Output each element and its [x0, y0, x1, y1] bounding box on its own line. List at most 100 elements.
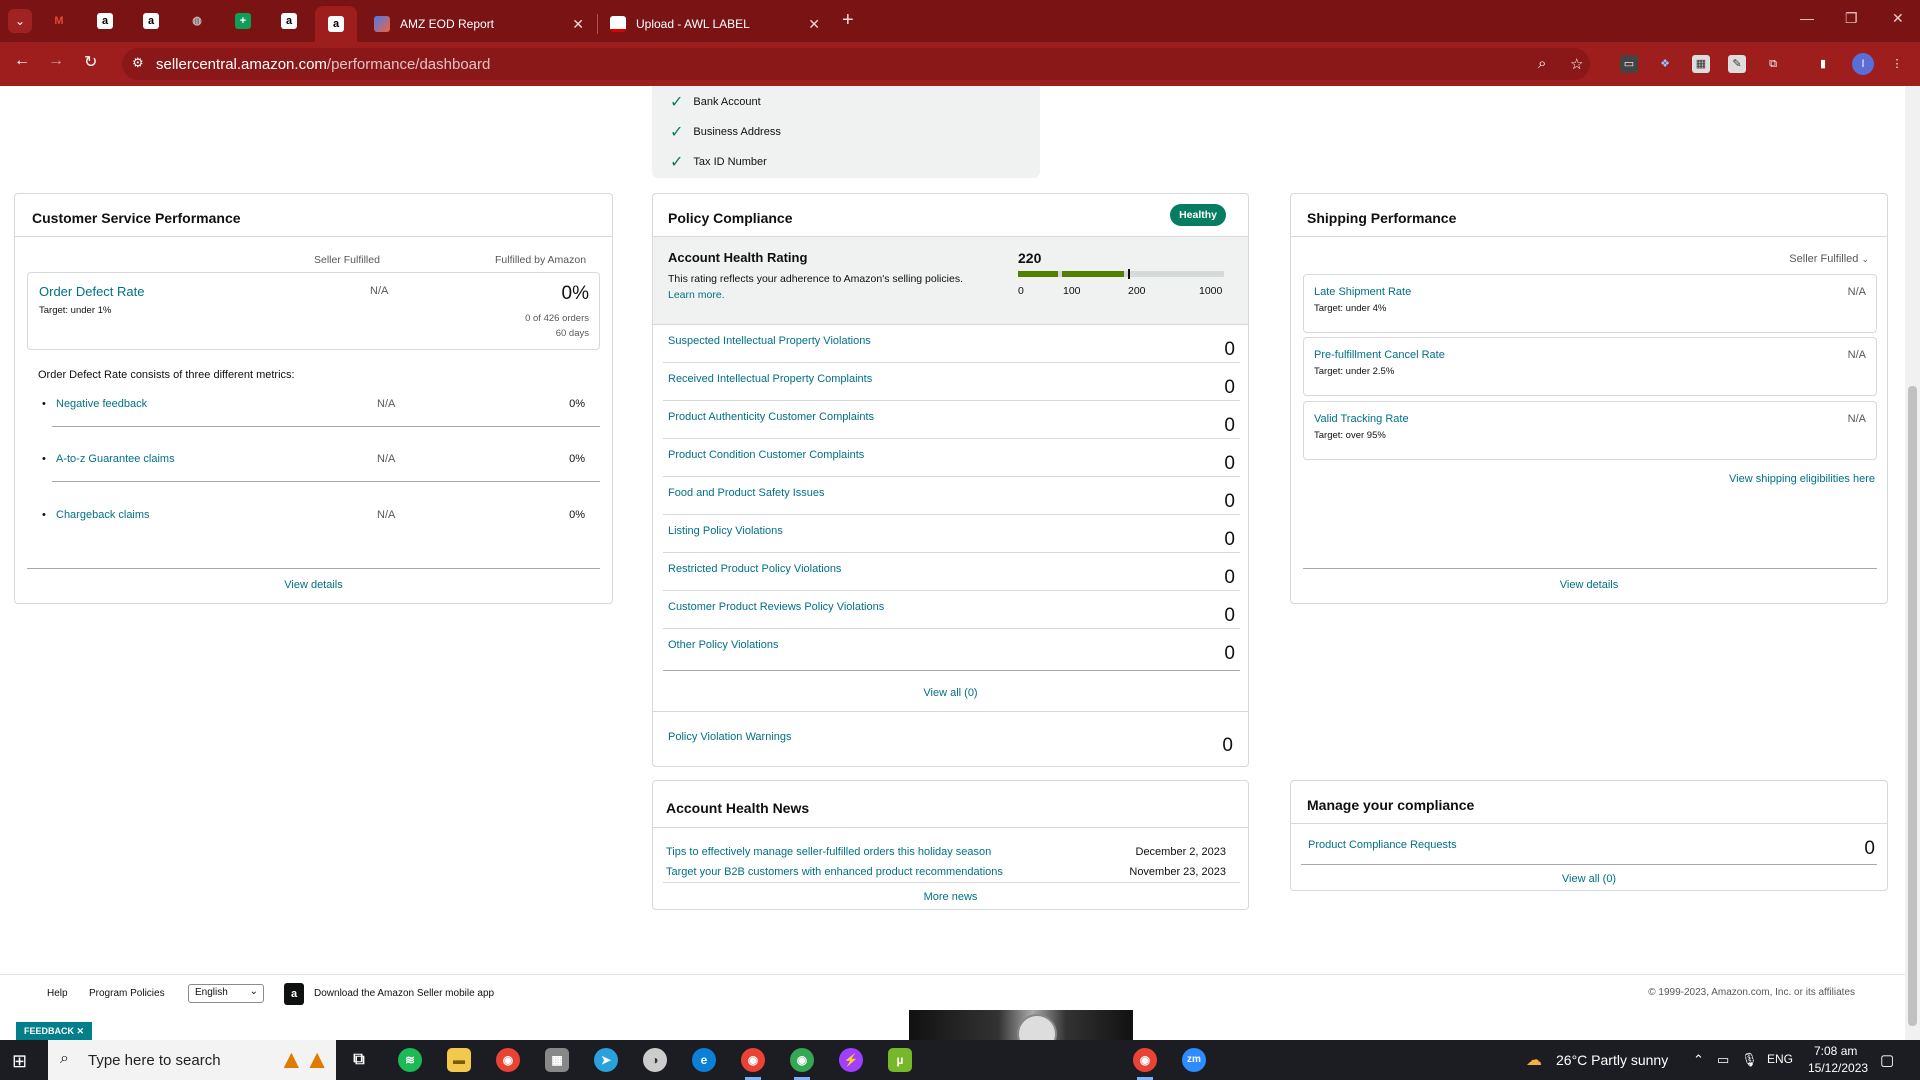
fulfillment-dropdown[interactable]: Seller Fulfilled ⌄	[1789, 253, 1869, 265]
pinned-tab-gmail[interactable]: M	[44, 9, 74, 33]
telegram-icon[interactable]: ➤	[594, 1048, 618, 1072]
clock-date[interactable]: 15/12/2023	[1808, 1061, 1868, 1075]
footer-help-link[interactable]: Help	[47, 988, 68, 999]
minimize-icon[interactable]: —	[1800, 10, 1814, 26]
pinned-tab-amazon-active[interactable]: a	[315, 6, 357, 42]
pinned-tab-sheets[interactable]: +	[228, 9, 258, 33]
extensions-puzzle-icon[interactable]: ⧉	[1764, 55, 1782, 73]
verification-item: ✓ Bank Account	[670, 90, 761, 111]
spotify-icon[interactable]: ≋	[398, 1048, 422, 1072]
bookmark-star-icon[interactable]: ☆	[1570, 55, 1583, 73]
extension-image-icon[interactable]: ▦	[1692, 55, 1710, 73]
ahr-description-text: This rating reflects your adherence to A…	[668, 273, 963, 285]
window-close-icon[interactable]: ✕	[1892, 10, 1904, 27]
violation-link[interactable]: Restricted Product Policy Violations	[668, 563, 841, 575]
pinned-tab-amazon-2[interactable]: a	[136, 9, 166, 33]
violation-link[interactable]: Other Policy Violations	[668, 639, 778, 651]
utorrent-icon[interactable]: µ	[888, 1048, 912, 1072]
order-defect-rate-link[interactable]: Order Defect Rate	[39, 284, 145, 299]
bullet: •	[42, 453, 46, 465]
feedback-button[interactable]: FEEDBACK ✕	[16, 1022, 93, 1040]
clock-time[interactable]: 7:08 am	[1814, 1044, 1857, 1058]
close-icon[interactable]: ✕	[808, 16, 820, 33]
violation-count: 0	[1224, 529, 1235, 550]
profile-avatar[interactable]: I	[1852, 53, 1874, 75]
news-link[interactable]: Tips to effectively manage seller-fulfil…	[666, 846, 991, 858]
view-details-link[interactable]: View details	[1291, 579, 1887, 591]
policy-violation-warnings-link[interactable]: Policy Violation Warnings	[668, 731, 792, 743]
violation-link[interactable]: Customer Product Reviews Policy Violatio…	[668, 601, 884, 613]
tab-search-chevron-icon[interactable]: ⌄	[8, 9, 32, 33]
chrome-profile-icon[interactable]: ◉	[1133, 1048, 1157, 1072]
notification-icon[interactable]: ▢	[1880, 1051, 1894, 1069]
address-bar[interactable]: ⚙ sellercentral.amazon.com/performance/d…	[122, 48, 1590, 80]
new-tab-plus-icon[interactable]: +	[842, 9, 854, 32]
product-compliance-requests-link[interactable]: Product Compliance Requests	[1308, 839, 1457, 851]
chrome-icon[interactable]: ◉	[496, 1048, 520, 1072]
back-arrow-icon[interactable]: ←	[14, 52, 30, 70]
customer-service-card: Customer Service Performance Seller Fulf…	[14, 193, 613, 604]
close-icon[interactable]: ✕	[572, 16, 584, 33]
extension-dropbox-icon[interactable]: ❖	[1656, 55, 1674, 73]
chrome-profile-icon[interactable]: ◉	[741, 1048, 765, 1072]
zoom-search-icon[interactable]: ⌕	[1538, 55, 1546, 72]
language-select[interactable]: English ⌄	[188, 984, 264, 1003]
browser-menu-icon[interactable]: ⋮	[1888, 55, 1906, 73]
extension-off-icon[interactable]: ▭	[1620, 55, 1638, 73]
file-explorer-icon[interactable]: ▬	[447, 1048, 471, 1072]
violation-link[interactable]: Suspected Intellectual Property Violatio…	[668, 335, 871, 347]
reload-icon[interactable]: ↻	[84, 52, 97, 72]
gmail-icon: M	[54, 15, 64, 27]
chevron-up-icon[interactable]: ⌃	[1693, 1052, 1704, 1068]
edge-icon[interactable]: e	[692, 1048, 716, 1072]
network-icon[interactable]: ▭	[1717, 1052, 1729, 1068]
violation-link[interactable]: Received Intellectual Property Complaint…	[668, 373, 872, 385]
weather-text[interactable]: 26°C Partly sunny	[1556, 1052, 1668, 1068]
windows-start-icon[interactable]: ⊞	[12, 1051, 27, 1072]
microphone-icon[interactable]: 🎙	[1741, 1052, 1758, 1068]
page-viewport: ✓ Bank Account ✓ Business Address ✓ Tax ID …	[0, 86, 1920, 1040]
violation-link[interactable]: Listing Policy Violations	[668, 525, 783, 537]
pre-fulfillment-cancel-rate-link[interactable]: Pre-fulfillment Cancel Rate	[1314, 349, 1445, 361]
violation-link[interactable]: Product Condition Customer Complaints	[668, 449, 864, 461]
zoom-icon[interactable]: zm	[1182, 1048, 1206, 1072]
late-shipment-rate-link[interactable]: Late Shipment Rate	[1314, 286, 1411, 298]
pinned-tab-amazon-1[interactable]: a	[90, 9, 120, 33]
language-indicator[interactable]: ENG	[1767, 1052, 1793, 1066]
chargeback-claims-link[interactable]: Chargeback claims	[56, 509, 150, 521]
pinned-tab-amazon-3[interactable]: a	[274, 9, 304, 33]
shipping-eligibilities-link[interactable]: View shipping eligibilities here	[1729, 473, 1875, 485]
task-view-icon[interactable]: ⧉	[347, 1048, 371, 1072]
media-preview-thumbnail[interactable]	[909, 1010, 1133, 1040]
news-link[interactable]: Target your B2B customers with enhanced …	[666, 866, 1003, 878]
pinned-tab-globe[interactable]: ◍	[182, 9, 212, 33]
extension-edit-icon[interactable]: ✎	[1728, 55, 1746, 73]
violation-link[interactable]: Product Authenticity Customer Complaints	[668, 411, 874, 423]
divider	[653, 827, 1248, 828]
tab-amz-eod-report[interactable]: AMZ EOD Report ✕	[362, 6, 594, 42]
side-panel-icon[interactable]: ▮	[1814, 55, 1832, 73]
view-all-violations-link[interactable]: View all (0)	[653, 687, 1248, 699]
tab-upload-awl-label[interactable]: Upload - AWL LABEL ✕	[598, 6, 830, 42]
view-all-compliance-link[interactable]: View all (0)	[1291, 873, 1887, 885]
site-info-icon[interactable]: ⚙	[132, 55, 144, 71]
learn-more-link[interactable]: Learn more.	[668, 289, 725, 301]
footer-program-policies-link[interactable]: Program Policies	[89, 988, 165, 999]
valid-tracking-rate-link[interactable]: Valid Tracking Rate	[1314, 413, 1409, 425]
odr-amazon-period: 60 days	[555, 328, 589, 339]
forward-arrow-icon[interactable]: →	[48, 52, 64, 70]
a-to-z-claims-link[interactable]: A-to-z Guarantee claims	[56, 453, 175, 465]
download-app-link[interactable]: Download the Amazon Seller mobile app	[314, 988, 494, 999]
calculator-icon[interactable]: ▦	[545, 1048, 569, 1072]
app-icon[interactable]: ◑	[643, 1048, 667, 1072]
negative-feedback-link[interactable]: Negative feedback	[56, 398, 147, 410]
view-details-link[interactable]: View details	[15, 579, 612, 591]
violation-link[interactable]: Food and Product Safety Issues	[668, 487, 825, 499]
chrome-profile-icon[interactable]: ◉	[790, 1048, 814, 1072]
taskbar-search-box[interactable]: ⌕ Type here to search ▲▲	[48, 1040, 336, 1080]
restore-icon[interactable]: ❐	[1845, 10, 1858, 27]
more-news-link[interactable]: More news	[653, 891, 1248, 903]
scrollbar-thumb[interactable]	[1908, 386, 1917, 1026]
messenger-icon[interactable]: ⚡	[839, 1048, 863, 1072]
page-scrollbar[interactable]	[1905, 86, 1920, 1040]
